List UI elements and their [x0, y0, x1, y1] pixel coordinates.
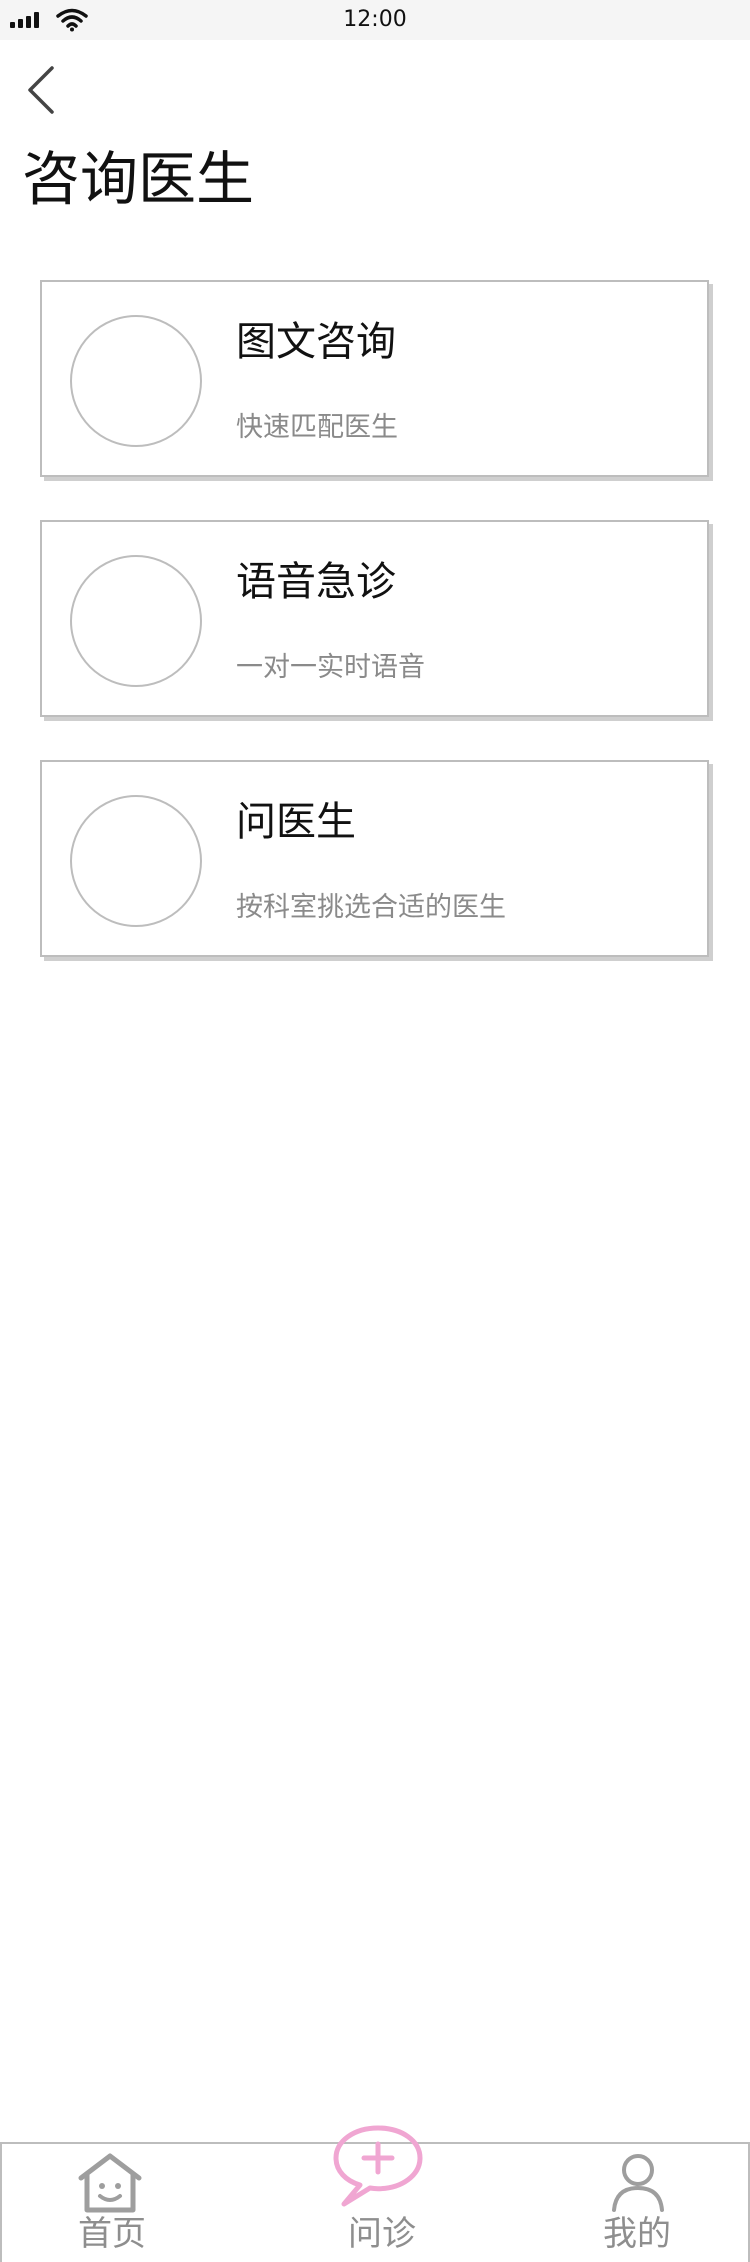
- option-title: 问医生: [236, 799, 356, 845]
- option-card-image-text-consult[interactable]: 图文咨询 快速匹配医生: [40, 280, 709, 477]
- option-title: 图文咨询: [236, 319, 396, 365]
- tab-label: 我的: [603, 2214, 671, 2254]
- chat-plus-icon: [333, 2125, 423, 2207]
- option-card-voice-emergency[interactable]: 语音急诊 一对一实时语音: [40, 520, 709, 717]
- option-subtitle: 按科室挑选合适的医生: [236, 892, 506, 923]
- chevron-left-icon[interactable]: [22, 62, 62, 118]
- home-icon: [78, 2153, 142, 2213]
- bottom-tab-bar: 首页 问诊 我的: [0, 2125, 750, 2262]
- tab-label: 问诊: [348, 2214, 416, 2254]
- avatar-placeholder: [70, 795, 202, 927]
- tab-label: 首页: [78, 2214, 146, 2254]
- tab-mine[interactable]: 我的: [562, 2144, 712, 2262]
- option-title: 语音急诊: [236, 559, 396, 605]
- page-title: 咨询医生: [22, 145, 255, 213]
- status-bar: 12:00: [0, 0, 750, 40]
- option-subtitle: 快速匹配医生: [236, 412, 398, 443]
- status-time: 12:00: [343, 7, 407, 32]
- tab-home[interactable]: 首页: [42, 2144, 182, 2262]
- option-card-ask-doctor[interactable]: 问医生 按科室挑选合适的医生: [40, 760, 709, 957]
- tab-consult[interactable]: 问诊: [302, 2125, 462, 2262]
- user-icon: [612, 2154, 664, 2212]
- avatar-placeholder: [70, 315, 202, 447]
- option-subtitle: 一对一实时语音: [236, 652, 425, 683]
- avatar-placeholder: [70, 555, 202, 687]
